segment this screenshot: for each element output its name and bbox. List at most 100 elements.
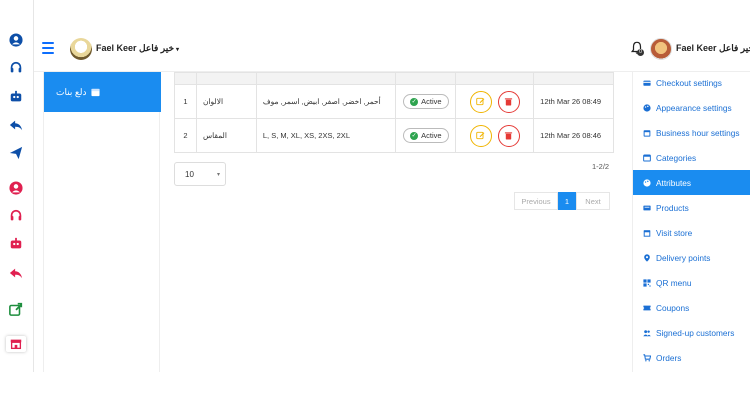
sidebar-item-label: Checkout settings [656, 77, 722, 88]
sidebar-item-label: Orders [656, 352, 682, 363]
sidebar-item-label: Categories [656, 152, 697, 163]
attribute-name: المقاس [195, 118, 257, 153]
user-name-label: Fael Keer خير فاعل [676, 43, 750, 53]
sidebar-item-label: Delivery points [656, 252, 711, 263]
actions-cell [455, 118, 535, 153]
sidebar-item-attributes[interactable]: Attributes [633, 170, 750, 195]
table-row: 2 المقاس L, S, M, XL, XS, 2XS, 2XL ✓ Acti… [174, 118, 614, 153]
sidebar-item-signed-up-customers[interactable]: Signed-up customers [633, 320, 750, 345]
calendar-icon [643, 129, 651, 137]
store-logo [70, 38, 92, 60]
left-icon-rail [0, 0, 34, 372]
sidebar-item-label: Signed-up customers [656, 327, 735, 338]
user-avatar[interactable] [650, 38, 672, 60]
attributes-main: 1 الالوان أحمر, اخضر, اصفر, ابيض, اسمر, … [174, 72, 614, 372]
users-icon [643, 329, 651, 336]
sidebar-item-label: Visit store [656, 227, 693, 238]
sidebar-item-label: Appearance settings [656, 102, 732, 113]
user-circle-icon[interactable] [8, 32, 24, 48]
table-header-cell [533, 72, 614, 85]
status-cell: ✓ Active [395, 84, 457, 119]
per-page-value: 10 [185, 169, 194, 179]
per-page-select[interactable]: 10 ▾ [174, 162, 226, 186]
category-column: دلع بنات [43, 72, 161, 372]
store-icon [643, 229, 651, 237]
trash-icon [505, 98, 513, 106]
paper-plane-icon[interactable] [8, 145, 24, 161]
table-header-cell [255, 72, 397, 85]
attribute-values: L, S, M, XL, XS, 2XS, 2XL [255, 118, 397, 153]
cart-icon [643, 353, 651, 362]
sidebar-item-business-hour-settings[interactable]: Business hour settings [633, 120, 750, 145]
row-index: 1 [174, 84, 197, 119]
updated-date: 12th Mar 26 08:49 [533, 84, 614, 119]
robot-red-icon[interactable] [8, 236, 24, 252]
credit-card-icon [643, 80, 651, 86]
sidebar-item-qr-menu[interactable]: QR menu [633, 270, 750, 295]
palette-icon [643, 178, 651, 187]
headset-red-icon[interactable] [8, 208, 24, 224]
delete-button[interactable] [497, 124, 520, 147]
sidebar-item-label: Products [656, 202, 689, 213]
store-switcher[interactable]: Fael Keer خير فاعل ▾ [96, 43, 179, 54]
status-label: Active [421, 97, 442, 106]
menu-toggle-icon[interactable] [42, 42, 54, 54]
sidebar-item-checkout-settings[interactable]: Checkout settings [633, 70, 750, 95]
table-header-cell [195, 72, 257, 85]
table-header-cell [174, 72, 197, 85]
attributes-table: 1 الالوان أحمر, اخضر, اصفر, ابيض, اسمر, … [174, 72, 614, 153]
table-row: 1 الالوان أحمر, اخضر, اصفر, ابيض, اسمر, … [174, 84, 614, 119]
sidebar-item-visit-store[interactable]: Visit store [633, 220, 750, 245]
category-label: دلع بنات [56, 86, 87, 97]
sidebar-item-orders[interactable]: Orders [633, 345, 750, 370]
sidebar-item-coupons[interactable]: Coupons [633, 295, 750, 320]
headset-icon[interactable] [8, 60, 24, 76]
robot-icon[interactable] [8, 89, 24, 105]
status-badge[interactable]: ✓ Active [403, 128, 449, 143]
actions-cell [455, 84, 535, 119]
reply-icon[interactable] [8, 117, 24, 133]
record-count: 1-2/2 [592, 162, 610, 171]
table-header-cell [455, 72, 535, 85]
next-page-button[interactable]: Next [576, 192, 610, 210]
share-green-icon[interactable] [8, 301, 24, 317]
sidebar-item-appearance-settings[interactable]: Appearance settings [633, 95, 750, 120]
app-page: Fael Keer خير فاعل▾ 0 Fael Keer خير فاعل… [0, 0, 750, 400]
sidebar-item-label: Business hour settings [656, 127, 740, 138]
palette-icon [643, 103, 651, 112]
delete-button[interactable] [497, 90, 520, 113]
sidebar-item-delivery-points[interactable]: Delivery points [633, 245, 750, 270]
reply-red-icon[interactable] [8, 265, 24, 281]
trash-icon [505, 132, 513, 140]
sidebar-item-label: Attributes [656, 177, 692, 188]
sidebar-item-categories[interactable]: Categories [633, 145, 750, 170]
user-menu[interactable]: Fael Keer خير فاعل▾ [676, 43, 750, 54]
chevron-down-icon: ▾ [176, 47, 180, 53]
table-header-cell [395, 72, 457, 85]
window-icon [91, 88, 101, 96]
store-icon[interactable] [6, 336, 26, 352]
check-icon: ✓ [410, 97, 419, 106]
edit-icon [476, 97, 485, 106]
sidebar-item-label: Coupons [656, 302, 690, 313]
edit-icon [476, 131, 485, 140]
top-header: Fael Keer خير فاعل▾ 0 Fael Keer خير فاعل… [34, 28, 750, 72]
notification-badge: 0 [637, 49, 644, 56]
map-pin-icon [644, 253, 650, 262]
page-button-current[interactable]: 1 [558, 192, 576, 210]
edit-button[interactable] [469, 90, 492, 113]
category-item-active[interactable]: دلع بنات [44, 72, 161, 112]
status-badge[interactable]: ✓ Active [403, 94, 449, 109]
previous-page-button[interactable]: Previous [514, 192, 558, 210]
attribute-name: الالوان [195, 84, 257, 119]
status-label: Active [421, 131, 442, 140]
sidebar-item-products[interactable]: Products [633, 195, 750, 220]
user-circle-red-icon[interactable] [8, 180, 24, 196]
attribute-values: أحمر, اخضر, اصفر, ابيض, اسمر, موف [255, 84, 397, 119]
edit-button[interactable] [469, 124, 492, 147]
status-cell: ✓ Active [395, 118, 457, 153]
table-header-row [174, 72, 614, 85]
updated-date: 12th Mar 26 08:46 [533, 118, 614, 153]
boxes-icon [643, 205, 651, 210]
coupon-icon [643, 305, 651, 310]
